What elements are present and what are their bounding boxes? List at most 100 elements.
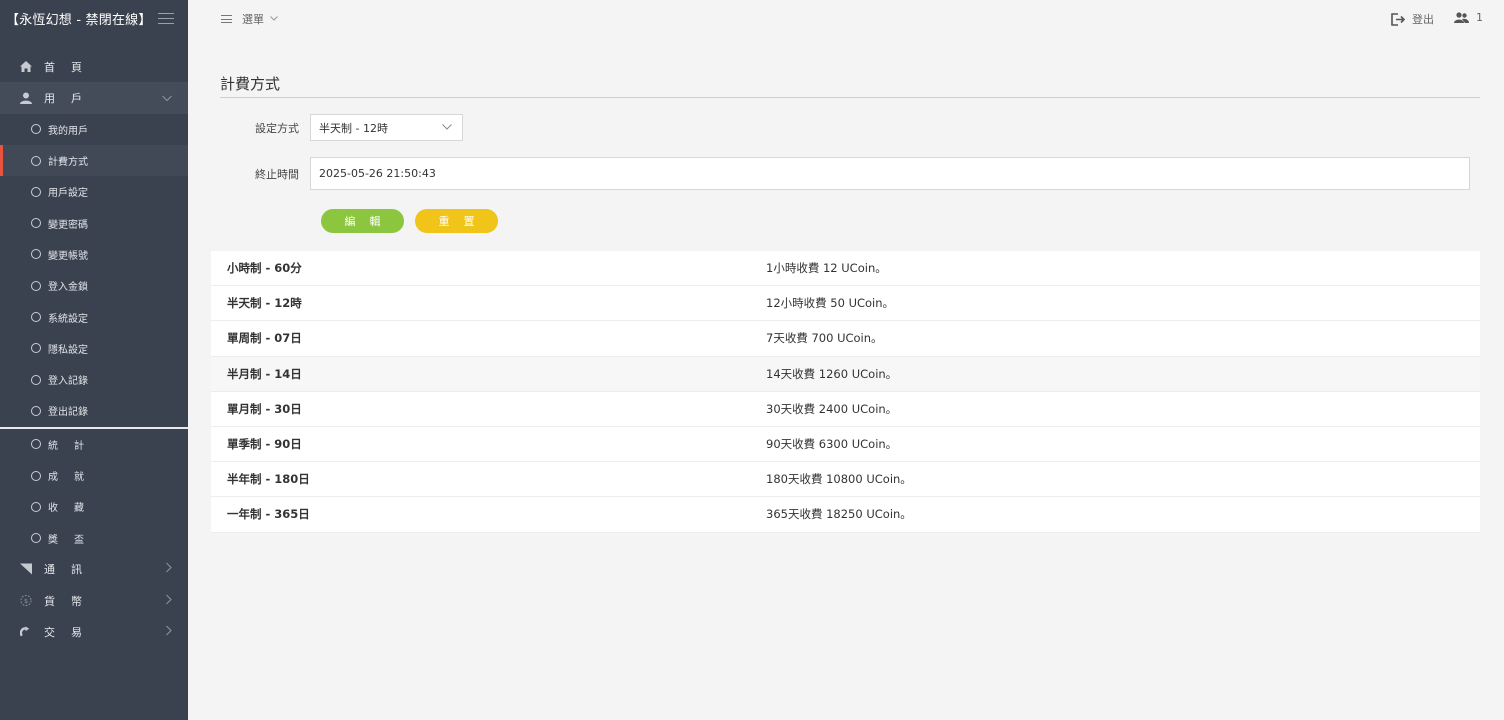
- circle-icon: [31, 186, 41, 197]
- chevron-down-icon: [270, 14, 278, 24]
- circle-icon: [31, 533, 41, 544]
- sidebar-subitem-label: 變更密碼: [48, 219, 88, 231]
- sidebar-subitem-label: 用戶設定: [48, 188, 88, 200]
- billing-plans-table: 小時制 - 60分 1小時收費 12 UCoin。 半天制 - 12時 12小時收費…: [211, 251, 1480, 533]
- menu-dropdown[interactable]: 選單: [221, 11, 278, 27]
- home-icon: [20, 61, 32, 73]
- chevron-right-icon: [166, 563, 172, 576]
- sidebar-subitem-trophies[interactable]: 獎盃: [0, 522, 188, 553]
- sidebar-subitem-privacy-settings[interactable]: 隱私設定: [0, 333, 188, 364]
- sidebar-subitem-user-settings[interactable]: 用戶設定: [0, 176, 188, 207]
- circle-icon: [31, 439, 41, 450]
- page-title: 計費方式: [220, 73, 1480, 98]
- sidebar-item-label: 貨幣: [44, 594, 98, 608]
- sidebar-subitem-label: 變更帳號: [48, 250, 88, 262]
- app-title[interactable]: 【永恆幻想 - 禁閉在線】: [6, 9, 152, 28]
- method-label: 設定方式: [255, 121, 299, 135]
- plan-desc: 12小時收費 50 UCoin。: [766, 296, 895, 311]
- sidebar-subitem-label: 登出記錄: [48, 407, 88, 419]
- currency-icon: $: [20, 595, 32, 607]
- sidebar-subitem-label: 獎盃: [48, 534, 100, 546]
- sidebar-subitem-login-lock[interactable]: 登入金鎖: [0, 270, 188, 301]
- sidebar-subitem-label: 我的用戶: [48, 125, 88, 137]
- plan-desc: 180天收費 10800 UCoin。: [766, 472, 912, 487]
- logout-button[interactable]: 登出: [1391, 11, 1434, 27]
- sidebar-subitem-change-account[interactable]: 變更帳號: [0, 239, 188, 270]
- sidebar-subitem-system-settings[interactable]: 系統設定: [0, 301, 188, 332]
- sidebar-item-trade[interactable]: 交易: [0, 616, 188, 647]
- sidebar-item-label: 交易: [44, 625, 98, 639]
- sidebar-item-home[interactable]: 首頁: [0, 51, 188, 82]
- signal-icon: [20, 563, 32, 575]
- end-time-value: 2025-05-26 21:50:43: [319, 167, 436, 180]
- sidebar: 【永恆幻想 - 禁閉在線】 首頁 用戶 我的用戶 計費方式 用戶設定 變更密碼 …: [0, 0, 188, 720]
- chevron-down-icon: [162, 91, 172, 104]
- sidebar-subitem-my-users[interactable]: 我的用戶: [0, 114, 188, 145]
- sidebar-subitem-change-password[interactable]: 變更密碼: [0, 207, 188, 238]
- menu-icon: [221, 15, 232, 23]
- main-content: 計費方式 設定方式 半天制 - 12時 終止時間 2025-05-26 21:5…: [188, 36, 1504, 720]
- method-select-value: 半天制 - 12時: [319, 121, 388, 135]
- sidebar-item-label: 通訊: [44, 563, 98, 577]
- svg-text:$: $: [24, 597, 28, 605]
- users-icon: [1454, 11, 1469, 23]
- circle-icon: [31, 343, 41, 354]
- sidebar-toggle-icon[interactable]: [158, 12, 174, 24]
- sidebar-subitem-billing[interactable]: 計費方式: [0, 144, 188, 177]
- circle-icon: [31, 124, 41, 135]
- plan-desc: 7天收費 700 UCoin。: [766, 331, 883, 346]
- plan-desc: 365天收費 18250 UCoin。: [766, 507, 912, 522]
- user-icon: [20, 92, 32, 104]
- circle-icon: [31, 249, 41, 260]
- circle-icon: [31, 501, 41, 512]
- sidebar-subitem-label: 計費方式: [48, 157, 88, 169]
- end-time-label: 終止時間: [255, 167, 299, 181]
- sidebar-item-users[interactable]: 用戶: [0, 82, 188, 114]
- edit-button[interactable]: 編輯: [321, 209, 404, 233]
- circle-icon: [31, 470, 41, 481]
- reset-button[interactable]: 重置: [415, 209, 498, 233]
- plan-name: 小時制 - 60分: [227, 261, 302, 276]
- sidebar-subitem-achievements[interactable]: 成就: [0, 460, 188, 491]
- method-select[interactable]: 半天制 - 12時: [310, 114, 463, 141]
- sidebar-subitem-label: 收藏: [48, 503, 100, 515]
- chevron-right-icon: [166, 625, 172, 638]
- plan-name: 單周制 - 07日: [227, 331, 302, 346]
- sidebar-subitem-label: 成就: [48, 472, 100, 483]
- sidebar-subitem-label: 登入金鎖: [48, 282, 88, 294]
- brand-bar: 【永恆幻想 - 禁閉在線】: [0, 0, 188, 36]
- sidebar-subitem-login-records[interactable]: 登入記錄: [0, 364, 188, 395]
- sidebar-item-communication[interactable]: 通訊: [0, 554, 188, 585]
- form-row-end-time: 終止時間 2025-05-26 21:50:43: [188, 157, 1470, 190]
- sidebar-subitem-label: 登入記錄: [48, 376, 88, 388]
- table-row: 單周制 - 07日 7天收費 700 UCoin。: [211, 321, 1480, 357]
- table-row: 半月制 - 14日 14天收費 1260 UCoin。: [211, 356, 1480, 392]
- plan-name: 半天制 - 12時: [227, 296, 302, 311]
- sidebar-subitem-favorites[interactable]: 收藏: [0, 491, 188, 522]
- sidebar-subitem-label: 系統設定: [48, 313, 88, 325]
- table-row: 單月制 - 30日 30天收費 2400 UCoin。: [211, 392, 1480, 427]
- table-row: 一年制 - 365日 365天收費 18250 UCoin。: [211, 497, 1480, 533]
- circle-icon: [31, 405, 41, 416]
- chevron-right-icon: [166, 594, 172, 607]
- sidebar-item-currency[interactable]: $ 貨幣: [0, 585, 188, 616]
- online-users[interactable]: 1: [1454, 11, 1483, 24]
- table-row: 小時制 - 60分 1小時收費 12 UCoin。: [211, 251, 1480, 287]
- sidebar-subitem-statistics[interactable]: 統計: [0, 429, 188, 460]
- circle-icon: [31, 374, 41, 385]
- plan-name: 單季制 - 90日: [227, 437, 302, 452]
- sidebar-subitem-logout-records[interactable]: 登出記錄: [0, 395, 188, 426]
- logout-label: 登出: [1412, 13, 1434, 26]
- plan-desc: 90天收費 6300 UCoin。: [766, 437, 898, 452]
- menu-label: 選單: [242, 13, 264, 26]
- sidebar-nav: 首頁 用戶 我的用戶 計費方式 用戶設定 變更密碼 變更帳號 登入金鎖 系統設定…: [0, 51, 188, 648]
- logout-icon: [1391, 12, 1405, 26]
- plan-name: 一年制 - 365日: [227, 507, 310, 522]
- end-time-input[interactable]: 2025-05-26 21:50:43: [310, 157, 1470, 190]
- circle-icon: [31, 280, 41, 291]
- table-row: 單季制 - 90日 90天收費 6300 UCoin。: [211, 427, 1480, 463]
- plan-desc: 1小時收費 12 UCoin。: [766, 261, 887, 276]
- plan-name: 半月制 - 14日: [227, 366, 302, 381]
- plan-desc: 14天收費 1260 UCoin。: [766, 366, 898, 381]
- circle-icon: [31, 312, 41, 323]
